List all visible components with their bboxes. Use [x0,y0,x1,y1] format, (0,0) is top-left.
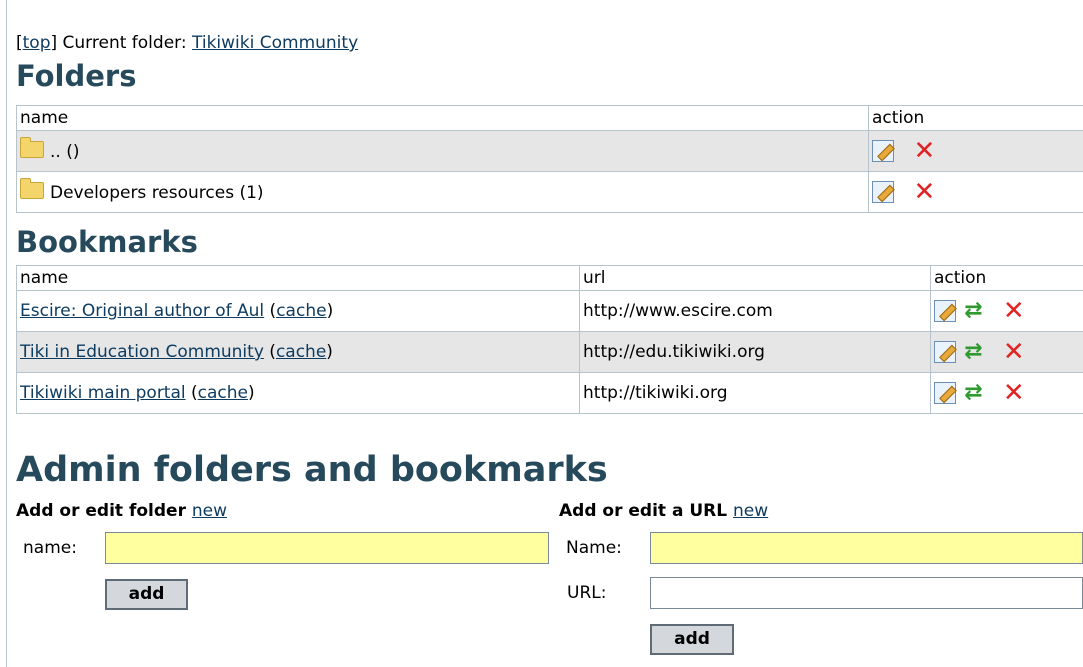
folder-name-cell: .. () [16,130,869,172]
folder-name-label: name: [23,538,77,558]
breadcrumb-label: ] Current folder: [50,33,192,53]
folders-header-row: name action [16,105,1083,131]
folder-icon[interactable] [20,136,44,158]
bookmark-row: Escire: Original author of Aul (cache) h… [16,290,1083,332]
url-name-label: Name: [566,538,622,558]
delete-icon[interactable]: ✕ [1003,339,1025,365]
delete-icon[interactable]: ✕ [913,179,936,205]
cache-link[interactable]: cache [276,342,326,362]
url-name-input[interactable] [650,532,1083,564]
column-header-name: name [16,105,869,131]
cache-link[interactable]: cache [198,383,248,403]
refresh-icon[interactable]: ⇄ [961,382,985,404]
bookmark-name-cell: Tikiwiki main portal (cache) [16,372,580,414]
admin-heading: Admin folders and bookmarks [16,450,608,490]
edit-icon[interactable] [872,181,894,203]
url-form-title: Add or edit a URL new [559,501,768,521]
edit-icon[interactable] [934,300,956,322]
bookmark-action-cell: ⇄ ✕ [930,331,1083,373]
delete-icon[interactable]: ✕ [1003,298,1025,324]
current-folder-link[interactable]: Tikiwiki Community [192,33,358,53]
new-folder-link[interactable]: new [192,501,227,521]
bookmark-name-cell: Escire: Original author of Aul (cache) [16,290,580,332]
new-url-link[interactable]: new [733,501,768,521]
url-add-button[interactable]: add [650,624,734,655]
refresh-icon[interactable]: ⇄ [961,300,985,322]
left-border [6,0,7,667]
top-link[interactable]: top [23,33,51,53]
bookmark-link[interactable]: Tiki in Education Community [20,342,264,362]
bookmark-link[interactable]: Escire: Original author of Aul [20,301,264,321]
bookmark-action-cell: ⇄ ✕ [930,290,1083,332]
folder-icon[interactable] [20,177,44,199]
folder-form-title-text: Add or edit folder [16,501,186,521]
column-header-url: url [579,265,931,291]
delete-icon[interactable]: ✕ [913,138,936,164]
bookmark-name-cell: Tiki in Education Community (cache) [16,331,580,373]
bookmark-action-cell: ⇄ ✕ [930,372,1083,414]
bookmark-row: Tikiwiki main portal (cache) http://tiki… [16,372,1083,414]
edit-icon[interactable] [872,140,894,162]
folder-link[interactable]: .. () [50,142,79,162]
folder-add-button[interactable]: add [105,579,188,610]
bookmark-url-cell: http://edu.tikiwiki.org [579,331,931,373]
bookmark-url-cell: http://www.escire.com [579,290,931,332]
folder-name-input[interactable] [105,532,549,564]
breadcrumb-bracket: [ [16,33,23,53]
refresh-icon[interactable]: ⇄ [961,341,985,363]
bookmarks-header-row: name url action [16,265,1083,291]
column-header-name: name [16,265,580,291]
folder-form-title: Add or edit folder new [16,501,227,521]
folder-row: .. () ✕ [16,130,1083,172]
cache-link[interactable]: cache [276,301,326,321]
delete-icon[interactable]: ✕ [1003,380,1025,406]
url-input[interactable] [650,577,1083,609]
folders-heading: Folders [16,59,137,93]
column-header-action: action [868,105,1083,131]
folder-action-cell: ✕ [868,130,1083,172]
bookmarks-heading: Bookmarks [16,225,198,259]
bookmarks-table: name url action Escire: Original author … [16,265,1083,414]
edit-icon[interactable] [934,341,956,363]
url-form-title-text: Add or edit a URL [559,501,728,521]
bookmark-link[interactable]: Tikiwiki main portal [20,383,186,403]
column-header-action: action [930,265,1083,291]
folder-link[interactable]: Developers resources (1) [50,183,264,203]
bookmark-url-cell: http://tikiwiki.org [579,372,931,414]
bookmark-row: Tiki in Education Community (cache) http… [16,331,1083,373]
folders-table: name action .. () ✕ Developers resources… [16,105,1083,213]
breadcrumb: [top] Current folder: Tikiwiki Community [16,33,358,53]
folder-action-cell: ✕ [868,171,1083,213]
url-label: URL: [567,583,607,603]
folder-row: Developers resources (1) ✕ [16,171,1083,213]
folder-name-cell: Developers resources (1) [16,171,869,213]
edit-icon[interactable] [934,382,956,404]
